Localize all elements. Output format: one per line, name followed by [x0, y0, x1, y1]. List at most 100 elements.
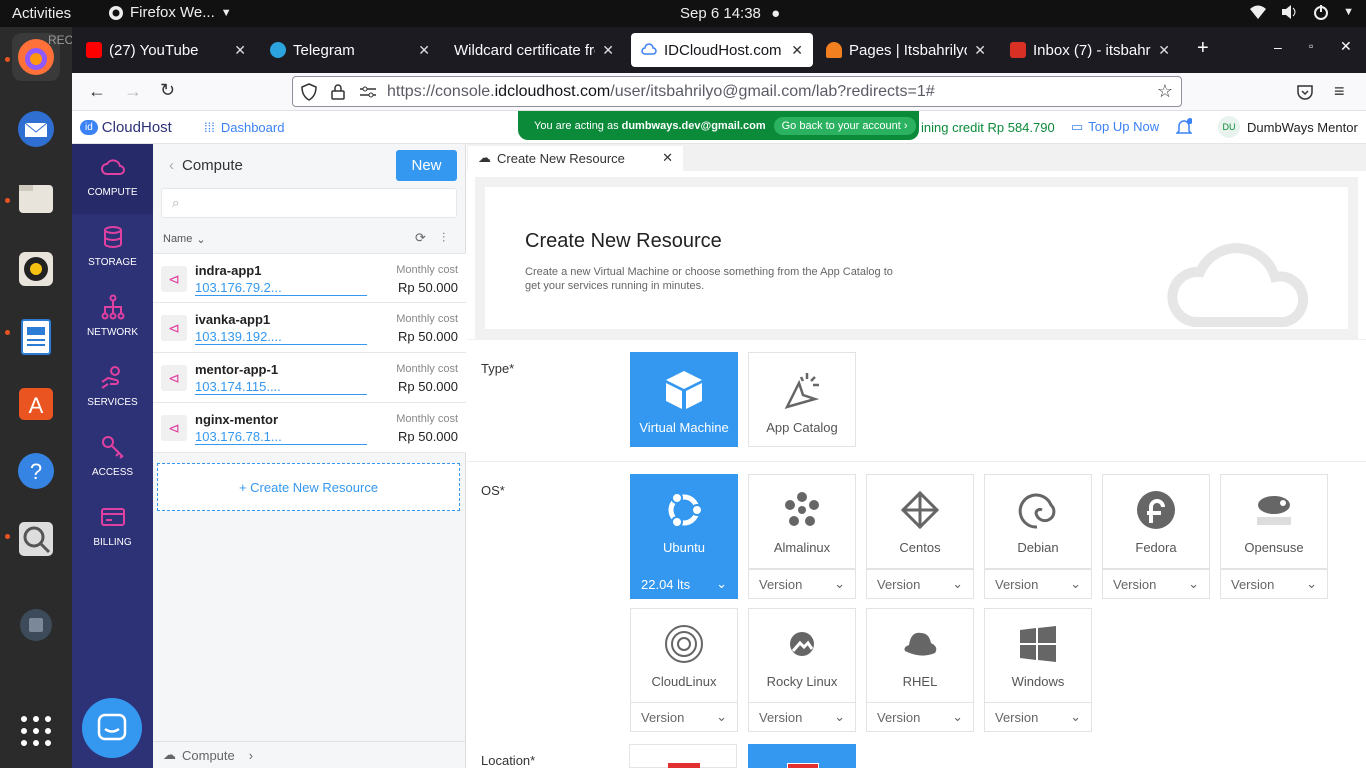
close-icon[interactable]: ✕ [602, 42, 614, 59]
close-icon[interactable]: ✕ [974, 42, 986, 59]
dashboard-link[interactable]: ⁞⁞⁞ Dashboard [204, 120, 284, 135]
debian-version-select[interactable]: Version ⌄ [984, 569, 1092, 599]
sidebar-item-compute[interactable]: COMPUTE [72, 144, 153, 214]
rhythmbox-dock-icon[interactable] [12, 245, 60, 293]
list-item[interactable]: ⊲ mentor-app-1 103.174.115.... Monthly c… [153, 353, 466, 403]
go-back-button[interactable]: Go back to your account › [773, 116, 916, 135]
vm-ip[interactable]: 103.139.192.... [195, 329, 367, 345]
close-icon[interactable]: ✕ [791, 42, 803, 59]
cloudhost-logo[interactable]: id CloudHost [80, 119, 172, 136]
refresh-icon[interactable]: ⟳ [415, 230, 426, 246]
new-button[interactable]: New [396, 150, 457, 181]
activities-button[interactable]: Activities [12, 5, 71, 22]
screenshot-dock-icon[interactable] [12, 515, 60, 563]
os-ubuntu[interactable]: Ubuntu [630, 474, 738, 569]
tab-pages[interactable]: Pages | Itsbahrilyo@ ✕ [816, 33, 996, 67]
rocky-linux-version-select[interactable]: Version ⌄ [748, 702, 856, 732]
shield-icon[interactable] [301, 82, 317, 101]
minimize-icon[interactable]: – [1274, 39, 1282, 55]
sidebar-item-storage[interactable]: STORAGE [72, 214, 153, 284]
sidebar-item-network[interactable]: NETWORK [72, 284, 153, 354]
notification-bell[interactable] [1175, 118, 1193, 141]
menu-icon[interactable]: ≡ [1334, 81, 1345, 102]
os-debian[interactable]: Debian [984, 474, 1092, 569]
close-icon[interactable]: ✕ [234, 42, 246, 59]
tab-youtube[interactable]: (27) YouTube ✕ [76, 33, 256, 67]
fedora-version-select[interactable]: Version ⌄ [1102, 569, 1210, 599]
app-menu[interactable]: Firefox We... ▼ [108, 4, 232, 21]
thunderbird-dock-icon[interactable] [12, 105, 60, 153]
tab-telegram[interactable]: Telegram ✕ [260, 33, 440, 67]
back-icon[interactable]: ← [88, 81, 106, 102]
vm-price: Rp 50.000 [398, 329, 458, 344]
close-icon[interactable]: ✕ [1158, 42, 1170, 59]
user-menu[interactable]: DU DumbWays Mentor [1218, 116, 1358, 138]
almalinux-version-select[interactable]: Version ⌄ [748, 569, 856, 599]
list-search-input[interactable]: ⌕ [161, 188, 457, 218]
os-cloudlinux[interactable]: CloudLinux [630, 608, 738, 703]
permissions-icon[interactable] [359, 85, 377, 99]
firefox-dock-icon[interactable]: REC [12, 33, 73, 81]
os-rocky-linux[interactable]: Rocky Linux [748, 608, 856, 703]
filter-icon[interactable]: ⫶ [442, 230, 445, 246]
bookmark-star-icon[interactable]: ☆ [1157, 81, 1173, 102]
type-app-catalog[interactable]: App Catalog [748, 352, 856, 447]
reload-icon[interactable]: ↻ [160, 80, 175, 101]
ubuntu-version-select[interactable]: 22.04 lts ⌄ [630, 569, 738, 599]
writer-dock-icon[interactable] [12, 313, 60, 361]
tab-wildcard[interactable]: Wildcard certificate fro ✕ [444, 33, 624, 67]
vm-ip[interactable]: 103.176.79.2... [195, 280, 367, 296]
help-dock-icon[interactable]: ? [12, 447, 60, 495]
os-rhel[interactable]: RHEL [866, 608, 974, 703]
location-option[interactable] [629, 744, 737, 768]
lock-icon[interactable] [331, 83, 345, 100]
location-option-selected[interactable] [748, 744, 856, 768]
os-fedora[interactable]: Fedora [1102, 474, 1210, 569]
os-name: Fedora [1135, 540, 1177, 555]
software-dock-icon[interactable]: A [12, 379, 60, 427]
type-virtual-machine[interactable]: Virtual Machine [630, 352, 738, 447]
usb-drive-dock-icon[interactable] [12, 601, 60, 649]
tab-gmail[interactable]: Inbox (7) - itsbahrily ✕ [1000, 33, 1180, 67]
pocket-icon[interactable] [1297, 84, 1313, 100]
cloudflare-icon [826, 42, 842, 58]
system-tray[interactable]: ▼ [1249, 4, 1354, 20]
tab-idcloudhost[interactable]: IDCloudHost.com ✕ [631, 33, 813, 67]
sidebar-item-access[interactable]: ACCESS [72, 424, 153, 494]
maximize-icon[interactable]: ▫ [1309, 39, 1313, 53]
url-bar[interactable]: https://console.idcloudhost.com/user/its… [292, 76, 1182, 107]
tab-create-resource[interactable]: ☁ Create New Resource ✕ [468, 146, 683, 171]
files-dock-icon[interactable] [12, 175, 60, 223]
centos-version-select[interactable]: Version ⌄ [866, 569, 974, 599]
list-item[interactable]: ⊲ nginx-mentor 103.176.78.1... Monthly c… [153, 403, 466, 453]
vm-ip[interactable]: 103.174.115.... [195, 379, 367, 395]
forward-icon[interactable]: → [124, 81, 142, 102]
list-item[interactable]: ⊲ ivanka-app1 103.139.192.... Monthly co… [153, 303, 466, 353]
os-almalinux[interactable]: Almalinux [748, 474, 856, 569]
vm-name: nginx-mentor [195, 412, 279, 427]
windows-version-select[interactable]: Version ⌄ [984, 702, 1092, 732]
cloudlinux-version-select[interactable]: Version ⌄ [630, 702, 738, 732]
clock[interactable]: Sep 6 14:38 ● [680, 5, 780, 22]
list-footer[interactable]: ☁ Compute › [153, 741, 466, 768]
rhel-version-select[interactable]: Version ⌄ [866, 702, 974, 732]
redhat-icon [904, 632, 937, 656]
top-up-link[interactable]: ▭ Top Up Now [1071, 119, 1159, 135]
os-opensuse[interactable]: Opensuse [1220, 474, 1328, 569]
opensuse-version-select[interactable]: Version ⌄ [1220, 569, 1328, 599]
list-item[interactable]: ⊲ indra-app1 103.176.79.2... Monthly cos… [153, 253, 466, 303]
show-apps-icon[interactable] [12, 707, 60, 755]
new-tab-icon[interactable]: + [1197, 37, 1209, 60]
sort-by-name[interactable]: Name ⌄ [163, 233, 206, 246]
create-resource-link[interactable]: + Create New Resource [157, 463, 460, 511]
sidebar-item-services[interactable]: SERVICES [72, 354, 153, 424]
vm-ip[interactable]: 103.176.78.1... [195, 429, 367, 445]
chat-widget-button[interactable] [82, 698, 142, 758]
sidebar-item-billing[interactable]: BILLING [72, 494, 153, 564]
os-windows[interactable]: Windows [984, 608, 1092, 703]
list-breadcrumb[interactable]: ‹ Compute [169, 157, 243, 174]
close-icon[interactable]: ✕ [418, 42, 430, 59]
close-icon[interactable]: ✕ [662, 150, 673, 166]
os-centos[interactable]: Centos [866, 474, 974, 569]
window-close-icon[interactable]: ✕ [1340, 38, 1352, 55]
